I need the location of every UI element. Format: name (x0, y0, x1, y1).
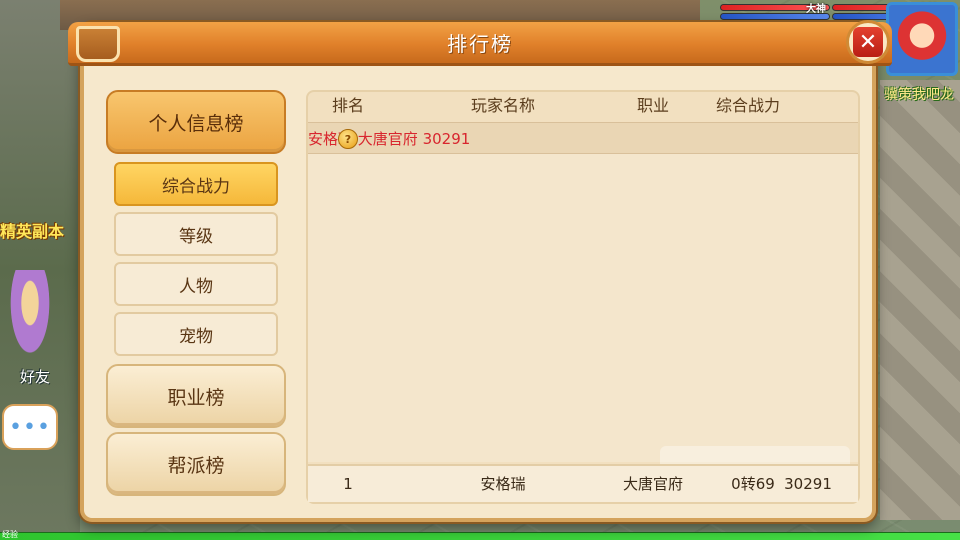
scene-right-area (880, 80, 960, 520)
player-name: 骥策我吧龙 (884, 87, 954, 103)
row-combat-power: 30291 (422, 130, 471, 148)
category-guild[interactable]: 帮派榜 (106, 432, 286, 496)
chat-button[interactable]: ••• (2, 404, 58, 450)
my-combat-power: 30291 (784, 475, 832, 493)
subcategory-label: 等级 (179, 226, 213, 247)
friend-label[interactable]: 好友 (20, 366, 50, 387)
category-label: 职业榜 (167, 386, 225, 409)
target-status-bar: 大神 (720, 2, 830, 22)
subcategory-character[interactable]: 人物 (114, 262, 278, 306)
close-button[interactable]: ✕ (846, 20, 890, 64)
table-row[interactable]: ? 安格瑞 大唐官府 30291 (308, 122, 858, 154)
my-rank: 1 (343, 475, 353, 493)
subcategory-label: 宠物 (179, 326, 213, 347)
header-combat-power: 综合战力 (715, 96, 780, 115)
gold-medal-icon: ? (338, 129, 358, 149)
category-label: 个人信息榜 (148, 112, 244, 135)
category-profession[interactable]: 职业榜 (106, 364, 286, 428)
category-personal-info[interactable]: 个人信息榜 (106, 90, 286, 154)
subcategory-label: 人物 (179, 276, 213, 297)
panel-title: 排行榜 (447, 32, 513, 56)
subcategory-combat-power[interactable]: 综合战力 (114, 162, 278, 206)
category-label: 帮派榜 (167, 454, 225, 477)
badge-label: 大神 (806, 4, 826, 15)
header-rank: 排名 (331, 96, 364, 115)
leaderboard-panel: 排行榜 ✕ 个人信息榜 综合战力 等级 人物 宠物 职业榜 帮派榜 排名 玩家名… (68, 20, 892, 522)
subcategory-pet[interactable]: 宠物 (114, 312, 278, 356)
table-header: 排名 玩家名称 职业 综合战力 (308, 92, 858, 120)
experience-label: 经验 (2, 530, 18, 539)
character-sprite (0, 270, 60, 380)
my-profession: 大唐官府 (622, 475, 683, 493)
my-rank-row: 1 安格瑞 大唐官府 0转69 30291 (308, 464, 858, 502)
subcategory-label: 综合战力 (162, 176, 230, 197)
subcategory-level[interactable]: 等级 (114, 212, 278, 256)
close-icon: ✕ (853, 27, 883, 57)
title-decoration-icon (76, 26, 120, 62)
experience-bar (0, 532, 960, 540)
row-profession: 大唐官府 (357, 130, 418, 148)
ranking-table: 排名 玩家名称 职业 综合战力 ? 安格瑞 大唐官府 30291 1 安格瑞 大… (306, 90, 860, 504)
panel-title-bar: 排行榜 ✕ (68, 20, 892, 66)
header-player-name: 玩家名称 (470, 96, 535, 115)
elite-dungeon-label[interactable]: 精英副本 (0, 218, 64, 242)
my-name: 安格瑞 (480, 475, 526, 493)
table-body[interactable] (308, 122, 858, 462)
player-avatar[interactable] (886, 2, 958, 76)
header-profession: 职业 (636, 96, 669, 115)
chat-dots-icon: ••• (9, 414, 51, 440)
